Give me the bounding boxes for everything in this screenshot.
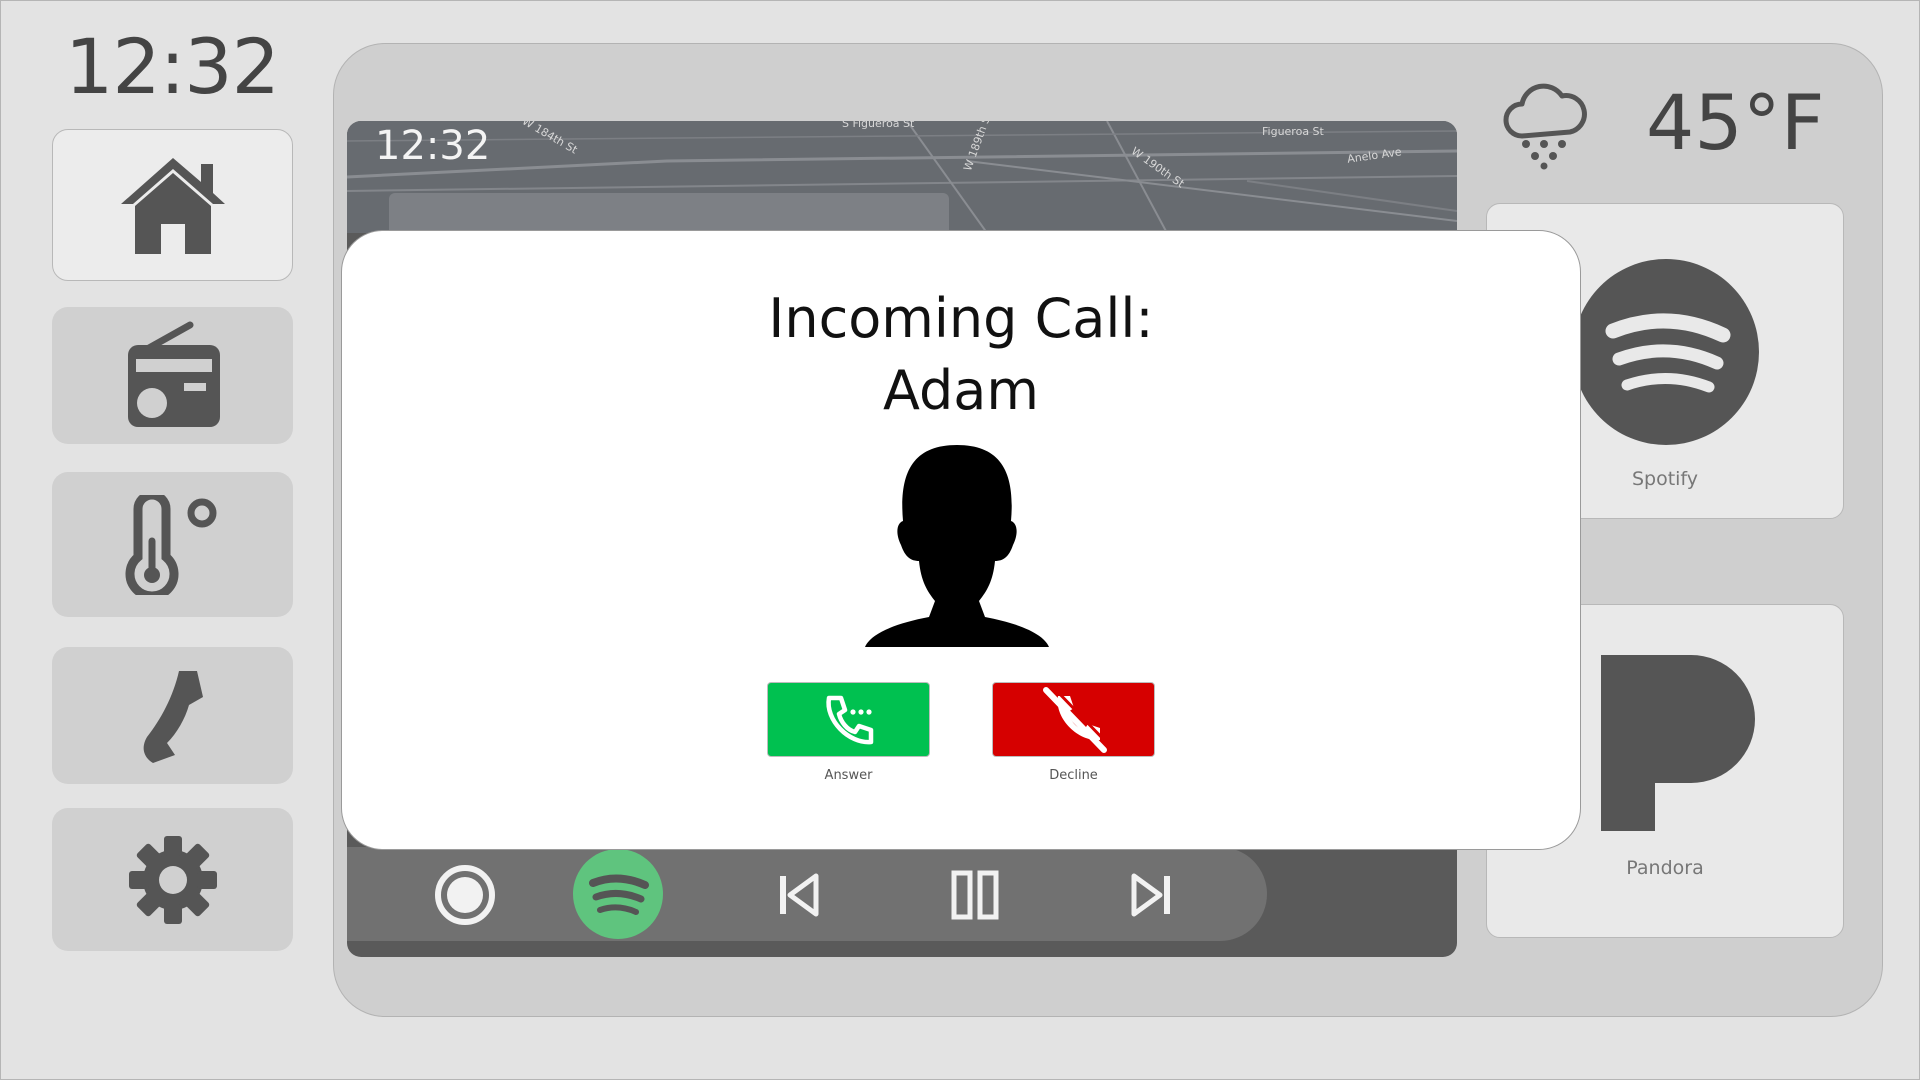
- weather-widget: [1502, 80, 1588, 174]
- call-title: Incoming Call: Adam: [342, 283, 1580, 427]
- phone-decline-icon: [1042, 685, 1109, 753]
- rain-snow-cloud-icon: [1503, 83, 1587, 170]
- temperature-value: 45: [1646, 78, 1743, 167]
- nav-home-button[interactable]: [52, 129, 293, 281]
- phone-icon: [143, 670, 203, 763]
- spotify-icon: [573, 849, 663, 939]
- decline-call-button[interactable]: [992, 682, 1155, 757]
- next-track-button[interactable]: [1123, 867, 1179, 923]
- answer-label: Answer: [824, 768, 873, 783]
- map-roads-area: 12:32 W 184th St S Figueroa St W 189th S…: [347, 121, 1457, 253]
- call-title-text: Incoming Call:: [768, 287, 1154, 350]
- road-label: S Figueroa St: [842, 121, 915, 130]
- nav-climate-button[interactable]: [52, 472, 293, 617]
- decline-label: Decline: [1049, 768, 1098, 783]
- pause-button[interactable]: [945, 865, 1005, 925]
- status-clock: 12:32: [64, 22, 280, 111]
- person-silhouette-icon: [865, 445, 1049, 647]
- nav-radio-button[interactable]: [52, 307, 293, 444]
- temperature-readout: 45°F: [1646, 78, 1824, 167]
- nav-phone-button[interactable]: [52, 647, 293, 784]
- gear-icon: [128, 835, 217, 924]
- previous-track-button[interactable]: [771, 867, 827, 923]
- previous-track-icon: [780, 873, 819, 917]
- home-circle-icon: [435, 865, 495, 925]
- app-label-pandora: Pandora: [1626, 857, 1704, 879]
- phone-answer-icon: [825, 695, 873, 744]
- temperature-unit: °F: [1742, 78, 1825, 167]
- next-track-icon: [1131, 873, 1170, 917]
- media-bar: [347, 847, 1267, 941]
- road-label: Figueroa St: [1262, 125, 1324, 138]
- answer-call-button[interactable]: [767, 682, 930, 757]
- map-clock: 12:32: [375, 123, 491, 169]
- thermometer-icon: [125, 494, 216, 595]
- nav-settings-button[interactable]: [52, 808, 293, 951]
- spotify-launcher-button[interactable]: [573, 849, 663, 939]
- pause-icon: [951, 870, 999, 920]
- incoming-call-dialog: Incoming Call: Adam Answer Decline: [341, 230, 1581, 850]
- radio-icon: [127, 321, 220, 427]
- caller-name: Adam: [883, 359, 1039, 422]
- pandora-icon: [1601, 655, 1755, 831]
- home-icon: [120, 158, 225, 254]
- spotify-icon: [1573, 259, 1759, 445]
- launcher-button[interactable]: [433, 863, 497, 927]
